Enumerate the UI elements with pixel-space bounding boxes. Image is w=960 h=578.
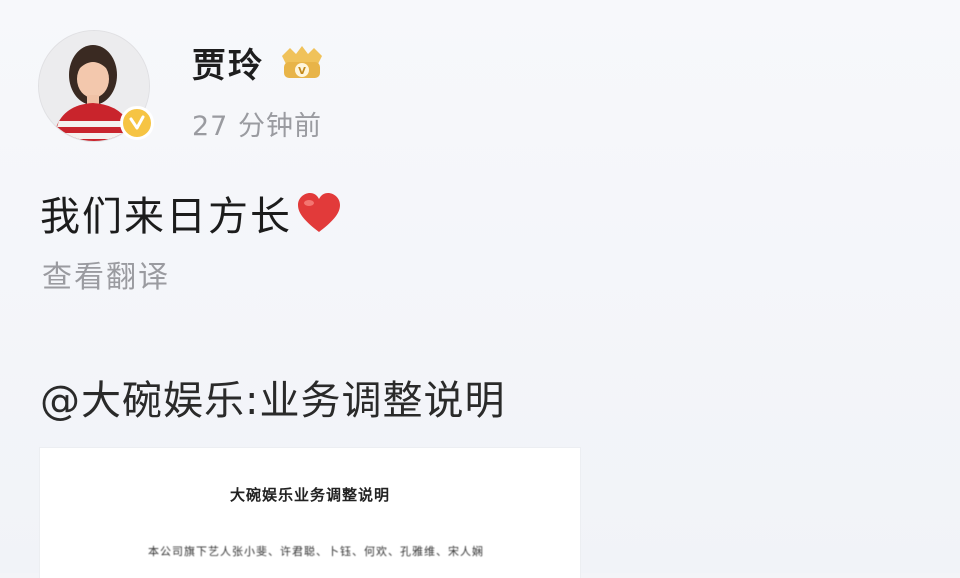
document-image-card[interactable]: 大碗娱乐业务调整说明 本公司旗下艺人张小斐、许君聪、卜钰、何欢、孔雅维、宋人娴: [40, 448, 580, 578]
vip-crown-icon[interactable]: V: [276, 42, 328, 82]
document-first-line: 本公司旗下艺人张小斐、许君聪、卜钰、何欢、孔雅维、宋人娴: [148, 545, 484, 558]
translate-link[interactable]: 查看翻译: [42, 252, 170, 296]
red-heart-emoji-icon: [298, 193, 340, 232]
post-text: 我们来日方长: [40, 194, 292, 240]
avatar-container[interactable]: [38, 30, 154, 142]
repost-mention-link[interactable]: @大碗娱乐:业务调整说明: [40, 368, 505, 426]
svg-text:V: V: [298, 66, 306, 77]
author-name[interactable]: 贾玲: [192, 38, 264, 87]
post-timestamp: 27 分钟前: [192, 111, 322, 142]
post-content: 我们来日方长: [40, 184, 342, 242]
document-title: 大碗娱乐业务调整说明: [229, 486, 390, 504]
post-header: 贾玲 V 27 分钟前: [38, 30, 328, 143]
verified-badge-icon: [120, 106, 154, 140]
name-row: 贾玲 V: [192, 38, 328, 86]
weibo-post: 贾玲 V 27 分钟前 我们来日方长 查看翻译 @大碗娱乐:业务调整说明 大碗娱…: [0, 0, 960, 578]
author-meta: 贾玲 V 27 分钟前: [192, 38, 328, 143]
